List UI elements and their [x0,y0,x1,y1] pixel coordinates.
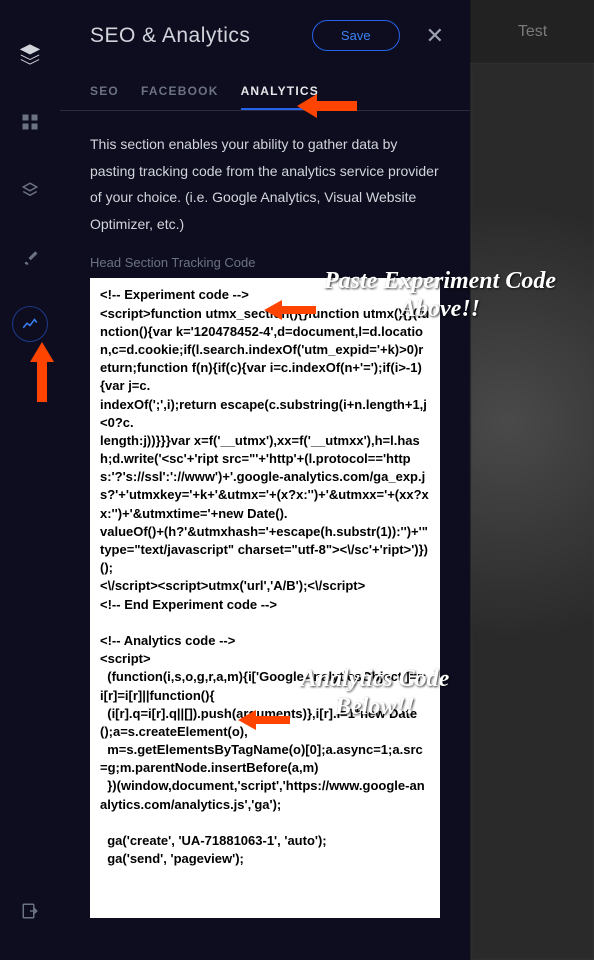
exit-icon[interactable] [18,899,42,923]
preview-body [471,63,594,960]
page-title: SEO & Analytics [90,24,300,48]
stack-icon[interactable] [18,178,42,202]
tab-seo[interactable]: SEO [90,84,119,110]
layers-icon[interactable] [18,42,42,66]
content-area: This section enables your ability to gat… [60,111,470,943]
main-panel: SEO & Analytics Save ✕ SEO FACEBOOK ANAL… [60,0,470,960]
tab-facebook[interactable]: FACEBOOK [141,84,219,110]
field-label: Head Section Tracking Code [90,255,440,270]
save-button[interactable]: Save [312,20,400,51]
preview-header: Test [471,0,594,63]
brush-icon[interactable] [18,246,42,270]
panel-header: SEO & Analytics Save ✕ [60,0,470,66]
tracking-code-input[interactable] [90,278,440,918]
grid-icon[interactable] [18,110,42,134]
preview-pane: Test [470,0,594,960]
left-rail [0,0,60,960]
section-description: This section enables your ability to gat… [90,131,440,237]
tabs: SEO FACEBOOK ANALYTICS [60,66,470,111]
close-icon[interactable]: ✕ [420,23,450,49]
analytics-icon[interactable] [12,306,48,342]
test-label: Test [518,23,547,41]
tab-analytics[interactable]: ANALYTICS [241,84,319,110]
